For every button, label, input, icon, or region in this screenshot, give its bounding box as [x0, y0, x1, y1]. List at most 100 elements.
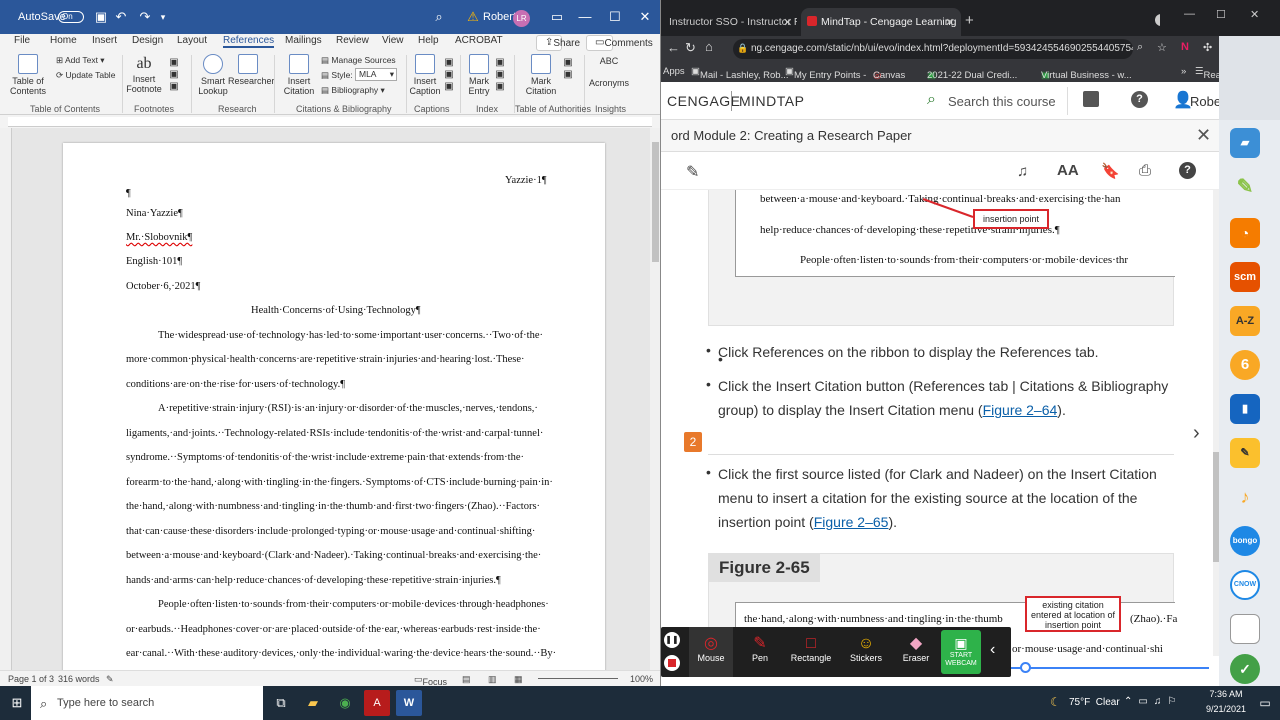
close-tab-icon[interactable]: ✕ — [783, 16, 792, 29]
insert-citation-button[interactable]: Insert Citation — [278, 54, 320, 96]
bookmark-apps[interactable]: Apps — [663, 66, 685, 77]
weather-text[interactable]: 75°F Clear — [1069, 697, 1120, 708]
share-button[interactable]: ⇪ Share — [536, 35, 580, 51]
maximize-icon[interactable]: ☐ — [1216, 8, 1226, 21]
stop-icon[interactable] — [664, 655, 680, 671]
user-name[interactable]: Robert — [1190, 94, 1219, 109]
notifications-icon[interactable]: ▭ — [1252, 690, 1278, 716]
table-of-contents-button[interactable]: Table of Contents — [6, 54, 50, 96]
zoom-slider[interactable] — [538, 678, 618, 679]
next-page-icon[interactable]: › — [1193, 422, 1200, 445]
researcher-button[interactable]: Researcher — [228, 54, 275, 86]
notes-icon[interactable]: ✎ — [1230, 438, 1260, 468]
file-explorer-icon[interactable]: ▰ — [300, 690, 326, 716]
authorities-options[interactable]: ▣ ▣ — [562, 57, 574, 81]
start-webcam-button[interactable]: ▣ START WEBCAM — [941, 630, 981, 674]
six-icon[interactable]: 6 — [1230, 350, 1260, 380]
media-progress-handle[interactable] — [1020, 662, 1031, 673]
horizontal-ruler[interactable] — [8, 117, 652, 127]
read-mode-icon[interactable]: ▤ — [462, 674, 471, 685]
close-icon[interactable]: ✕ — [1250, 8, 1259, 21]
save-icon[interactable]: ▣ — [90, 6, 112, 28]
progress-app-icon[interactable] — [1083, 91, 1099, 107]
caption-options[interactable]: ▣ ▣ ▣ — [442, 57, 456, 93]
note-icon[interactable] — [1230, 614, 1260, 644]
insert-footnote-button[interactable]: ab Insert Footnote — [124, 54, 164, 94]
acrobat-icon[interactable]: A — [364, 690, 390, 716]
help-icon[interactable]: ? — [1131, 91, 1148, 108]
start-icon[interactable]: ⊞ — [4, 690, 30, 716]
stickers-tool[interactable]: ☺ Stickers — [841, 627, 891, 677]
vertical-ruler[interactable] — [0, 128, 12, 670]
task-view-icon[interactable]: ⧉ — [268, 690, 294, 716]
word-icon[interactable]: W — [396, 690, 422, 716]
mark-entry-button[interactable]: Mark Entry — [462, 54, 496, 96]
rss-icon[interactable]: ◔ — [1230, 218, 1260, 248]
eraser-tool[interactable]: ◆ Eraser — [893, 627, 939, 677]
clock-time[interactable]: 7:36 AM — [1204, 689, 1248, 699]
tab-home[interactable]: Home — [50, 35, 77, 46]
cnow-icon[interactable]: CNOW — [1230, 570, 1260, 600]
taskbar-search[interactable]: Type here to search — [31, 686, 263, 720]
puzzle-icon[interactable]: ✣ — [1203, 41, 1212, 54]
footnote-options[interactable]: ▣ ▣ ▣ — [164, 57, 184, 93]
new-tab-icon[interactable]: + — [965, 12, 974, 29]
url-field[interactable]: ng.cengage.com/static/nb/ui/evo/index.ht… — [733, 39, 1133, 59]
print-layout-icon[interactable]: ▥ — [488, 674, 497, 685]
autosave-toggle[interactable]: On — [58, 11, 84, 23]
mouse-tool[interactable]: ◎ Mouse — [689, 627, 733, 677]
collapse-icon[interactable]: ‹ — [990, 641, 995, 659]
update-table-button[interactable]: ⟳ Update Table — [56, 70, 115, 80]
web-layout-icon[interactable]: ▦ — [514, 674, 523, 685]
more-bookmarks-icon[interactable]: » — [1181, 66, 1186, 77]
reload-icon[interactable]: ↻ — [685, 40, 696, 56]
zoom-level[interactable]: 100% — [630, 674, 653, 684]
proofing-icon[interactable]: ✎ — [106, 674, 114, 685]
close-module-icon[interactable]: ✕ — [1196, 125, 1211, 146]
tab-help[interactable]: Help — [418, 35, 439, 46]
chrome-icon[interactable]: ◉ — [332, 690, 358, 716]
comments-button[interactable]: ▭ Comments — [586, 35, 653, 51]
mark-citation-button[interactable]: Mark Citation — [520, 54, 562, 96]
tab-file[interactable]: File — [14, 35, 30, 46]
document-scrollbar[interactable] — [650, 128, 660, 670]
insert-caption-button[interactable]: Insert Caption — [408, 54, 442, 96]
highlighter-icon[interactable]: ✎ — [1230, 172, 1260, 202]
course-search[interactable]: Search this course — [948, 94, 1056, 109]
bookmark-entry-points[interactable]: ▣ My Entry Points - — [785, 66, 866, 81]
reading-list[interactable]: ☰ Reading list — [1195, 66, 1219, 81]
zoom-icon[interactable]: ⌕ — [1137, 41, 1143, 54]
add-text-button[interactable]: ⊞ Add Text ▾ — [56, 55, 105, 65]
minimize-icon[interactable]: — — [1184, 8, 1195, 20]
tab-layout[interactable]: Layout — [177, 35, 207, 46]
star-icon[interactable]: ☆ — [1157, 41, 1167, 54]
back-icon[interactable]: ← — [667, 40, 680, 55]
check-icon[interactable]: ✓ — [1230, 654, 1260, 684]
tab-acrobat[interactable]: ACROBAT — [455, 35, 503, 46]
a-z-icon[interactable]: A-Z — [1230, 306, 1260, 336]
ribbon-display-icon[interactable]: ▭ — [546, 6, 568, 28]
tab-instructor-sso[interactable]: Instructor SSO - Instructor Resou — [661, 8, 797, 36]
tab-view[interactable]: View — [382, 35, 404, 46]
rectangle-tool[interactable]: □ Rectangle — [785, 627, 837, 677]
pen-tool[interactable]: ✎ Pen — [737, 627, 783, 677]
bookmark-icon[interactable]: 🔖 — [1101, 162, 1120, 180]
search-icon[interactable]: ⌕ — [927, 91, 936, 109]
tab-design[interactable]: Design — [132, 35, 163, 46]
index-options[interactable]: ▣ ▣ ▣ — [494, 57, 506, 93]
page-count[interactable]: Page 1 of 3 — [8, 674, 54, 684]
tray-icons[interactable]: ⌃▭♫⚐ — [1124, 696, 1182, 707]
scm-icon[interactable]: scm — [1230, 262, 1260, 292]
focus-button[interactable]: ▭ Focus — [414, 674, 447, 686]
pencil-icon[interactable]: ✎ — [686, 162, 699, 182]
smart-lookup-button[interactable]: Smart Lookup — [194, 54, 232, 96]
figure-2-64-link[interactable]: Figure 2–64 — [983, 402, 1058, 418]
word-count[interactable]: 316 words — [58, 674, 100, 684]
tab-mailings[interactable]: Mailings — [285, 35, 322, 46]
tab-references[interactable]: References — [223, 35, 275, 48]
tab-mindtap[interactable]: MindTap - Cengage Learning — [801, 8, 961, 36]
extension-icon[interactable]: N — [1181, 41, 1189, 53]
close-icon[interactable]: ✕ — [634, 6, 656, 28]
document-page[interactable]: Yazzie·1¶ ¶ Nina·Yazzie¶ Mr.·Slobovnik¶ … — [63, 143, 605, 683]
minimize-icon[interactable]: — — [574, 6, 596, 28]
